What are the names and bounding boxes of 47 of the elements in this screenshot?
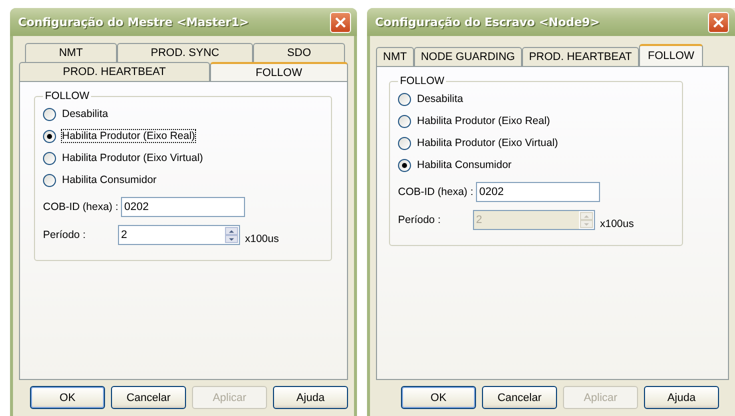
radio-label[interactable]: Habilita Produtor (Eixo Virtual) [417,137,558,149]
tab[interactable]: FOLLOW [210,62,348,81]
window-title: Configuração do Escravo <Node9> [375,15,601,29]
unit-label: x100us [600,218,634,230]
radio-button[interactable] [398,92,411,106]
tab[interactable]: NMT [25,43,117,62]
tab[interactable]: NMT [376,47,414,66]
window-title: Configuração do Mestre <Master1> [18,15,250,29]
radio-label[interactable]: Desabilita [62,108,108,120]
radio-button[interactable] [43,108,56,120]
field-label: COB-ID (hexa) : [43,201,120,213]
dialog-button[interactable]: Ajuda [273,386,348,409]
tab[interactable]: PROD. SYNC [116,43,254,62]
radio-button[interactable] [43,152,56,164]
dialog-button[interactable]: OK [30,386,105,409]
radio-button[interactable] [398,114,411,128]
radio-label[interactable]: Habilita Consumidor [62,174,157,186]
close-button[interactable] [330,12,351,32]
dialog-button[interactable]: Cancelar [482,386,557,409]
radio-button[interactable] [43,174,56,186]
dialog-button[interactable]: Ajuda [644,386,719,409]
tab[interactable]: FOLLOW [638,44,704,66]
field-label: Período : [43,229,87,241]
field-label: Período : [398,214,442,226]
tab[interactable]: PROD. HEARTBEAT [522,47,639,66]
group-title: FOLLOW [44,90,90,102]
cob-id-field[interactable]: 0202 [476,182,600,202]
tab[interactable]: PROD. HEARTBEAT [19,62,210,81]
close-button[interactable] [708,12,729,32]
radio-label[interactable]: Desabilita [417,93,464,105]
radio-label[interactable]: Habilita Consumidor [417,159,512,171]
cob-id-field[interactable]: 0202 [121,197,246,217]
radio-label[interactable]: Habilita Produtor (Eixo Real) [62,130,196,142]
unit-label: x100us [245,233,279,245]
radio-label[interactable]: Habilita Produtor (Eixo Real) [417,115,550,127]
dialog-button[interactable]: Cancelar [111,386,186,409]
radio-button[interactable] [43,130,56,142]
tab[interactable]: SDO [253,43,345,62]
close-icon [713,16,724,28]
close-icon [335,16,346,28]
field-label: COB-ID (hexa) : [398,186,474,198]
radio-label[interactable]: Habilita Produtor (Eixo Virtual) [62,152,204,164]
group-title: FOLLOW [399,75,446,87]
dialog-button[interactable]: OK [401,386,476,409]
radio-button[interactable] [398,136,411,150]
tab[interactable]: NODE GUARDING [414,47,522,66]
radio-button[interactable] [398,158,411,172]
